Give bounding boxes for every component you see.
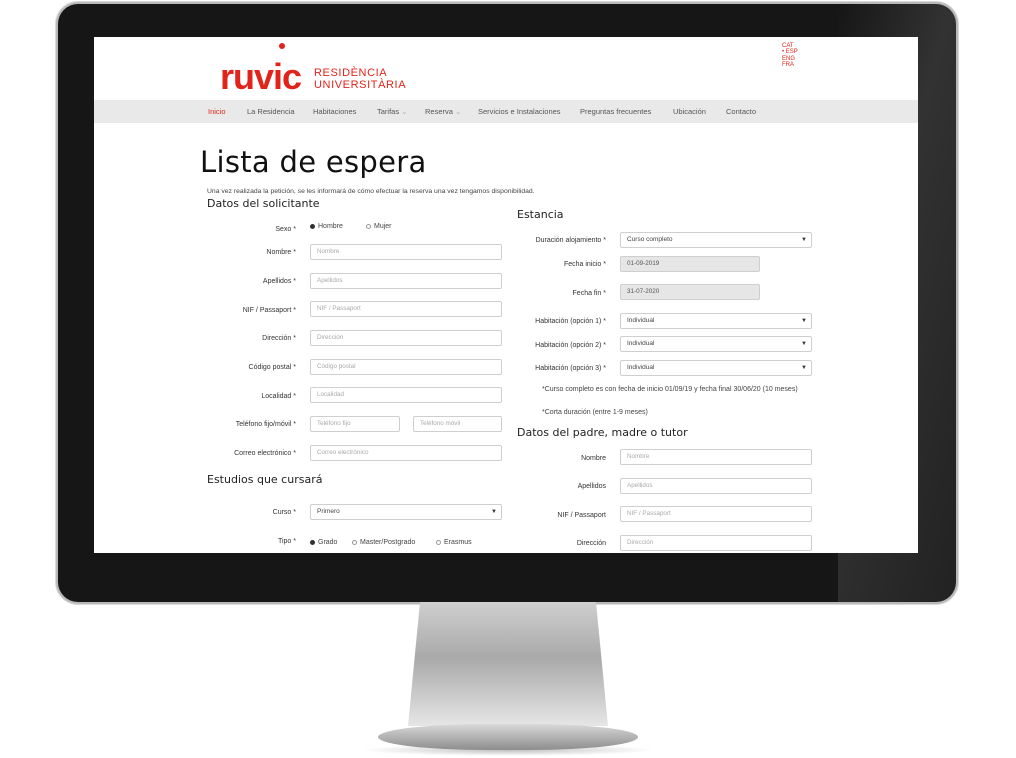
tutor-nombre-label: Nombre [581, 455, 606, 462]
nif-label: NIF / Passaport * [242, 307, 296, 314]
habitacion-1-label: Habitación (opción 1) * [535, 318, 606, 325]
direccion-label: Dirección * [262, 335, 296, 342]
tutor-nif-label: NIF / Passaport [557, 512, 606, 519]
habitacion-3-label: Habitación (opción 3) * [535, 365, 606, 372]
radio-empty-icon [366, 223, 371, 229]
tutor-apellidos-input[interactable]: Apellidos [620, 478, 812, 494]
radio-master-label: Master/Postgrado [360, 539, 416, 546]
nav-servicios[interactable]: Servicios e Instalaciones [478, 100, 561, 123]
telefono-movil-input[interactable]: Teléfono móvil [413, 416, 502, 432]
lang-esp[interactable]: • ESP [782, 49, 798, 55]
tutor-direccion-label: Dirección [576, 540, 606, 547]
nombre-input[interactable]: Nombre [310, 244, 502, 260]
chevron-down-icon: ▼ [801, 318, 807, 324]
nav-preguntas[interactable]: Preguntas frecuentes [580, 100, 651, 123]
intro-text: Una vez realizada la petición, se les in… [207, 188, 535, 195]
habitacion-2-value: Individual [627, 340, 655, 347]
chevron-down-icon: ▼ [801, 365, 807, 371]
telefono-fijo-input[interactable]: Teléfono fijo [310, 416, 400, 432]
chevron-down-icon: ▼ [801, 341, 807, 347]
curso-value: Primero [317, 508, 340, 515]
codigo-postal-input[interactable]: Código postal [310, 359, 502, 375]
radio-empty-icon [352, 539, 357, 545]
habitacion-2-label: Habitación (opción 2) * [535, 342, 606, 349]
chevron-down-icon: ▼ [491, 509, 497, 515]
correo-label: Correo electrónico * [234, 450, 296, 457]
chevron-down-icon: ⌄ [401, 107, 408, 116]
nav-inicio[interactable]: Inicio [208, 100, 226, 123]
nav-tarifas-label: Tarifas [377, 107, 400, 116]
radio-hombre-label: Hombre [318, 223, 343, 230]
radio-erasmus-label: Erasmus [444, 539, 472, 546]
corta-duracion-note: *Corta duración (entre 1-9 meses) [542, 409, 648, 416]
logo-subtitle-line2: UNIVERSITÀRIA [314, 79, 407, 91]
logo[interactable]: ruvic [220, 59, 302, 95]
logo-subtitle: RESIDÈNCIA UNIVERSITÀRIA [314, 67, 406, 91]
correo-input[interactable]: Correo electrónico [310, 445, 502, 461]
duracion-label: Duración alojamiento * [535, 237, 606, 244]
radio-grado-label: Grado [318, 539, 338, 546]
radio-mujer-label: Mujer [374, 223, 392, 230]
duracion-note: *Curso completo es con fecha de inicio 0… [542, 386, 798, 393]
nav-ubicacion[interactable]: Ubicación [673, 100, 706, 123]
section-estudios: Estudios que cursará [207, 473, 323, 486]
apellidos-input[interactable]: Apellidos [310, 273, 502, 289]
lang-fra[interactable]: FRA [782, 62, 798, 68]
nif-input[interactable]: NIF / Passaport [310, 301, 502, 317]
nav-la-residencia[interactable]: La Residencia [247, 100, 295, 123]
chevron-down-icon: ▼ [801, 237, 807, 243]
nav-reserva[interactable]: Reserva ⌄ [425, 100, 461, 123]
tutor-apellidos-label: Apellidos [577, 483, 606, 490]
chevron-down-icon: ⌄ [455, 107, 462, 116]
curso-label: Curso * [272, 509, 296, 516]
logo-dot-icon [279, 43, 285, 49]
main-nav: Inicio La Residencia Habitaciones Tarifa… [94, 100, 918, 123]
radio-hombre[interactable]: Hombre [310, 223, 343, 230]
habitacion-1-select[interactable]: Individual ▼ [620, 313, 812, 329]
tutor-direccion-input[interactable]: Dirección [620, 535, 812, 551]
radio-mujer[interactable]: Mujer [366, 223, 392, 230]
logo-subtitle-line1: RESIDÈNCIA [314, 67, 388, 79]
section-estancia: Estancia [517, 208, 564, 221]
nav-contacto[interactable]: Contacto [726, 100, 756, 123]
fecha-fin-label: Fecha fin * [572, 290, 606, 297]
direccion-input[interactable]: Dirección [310, 330, 502, 346]
localidad-label: Localidad * [261, 393, 296, 400]
habitacion-2-select[interactable]: Individual ▼ [620, 336, 812, 352]
nav-reserva-label: Reserva [425, 107, 453, 116]
fecha-inicio-input[interactable]: 01-09-2019 [620, 256, 760, 272]
fecha-inicio-label: Fecha inicio * [563, 261, 606, 268]
curso-select[interactable]: Primero ▼ [310, 504, 502, 520]
tutor-nombre-input[interactable]: Nombre [620, 449, 812, 465]
language-selector: CAT • ESP ENG FRA [782, 43, 798, 69]
radio-selected-icon [310, 539, 315, 545]
duracion-value: Curso completo [627, 236, 673, 243]
tipo-label: Tipo * [277, 538, 296, 545]
radio-master[interactable]: Master/Postgrado [352, 539, 415, 546]
nombre-label: Nombre * [266, 249, 296, 256]
radio-empty-icon [436, 539, 441, 545]
sexo-label: Sexo * [275, 226, 296, 233]
apellidos-label: Apellidos * [262, 278, 296, 285]
duracion-select[interactable]: Curso completo ▼ [620, 232, 812, 248]
fecha-fin-input[interactable]: 31-07-2020 [620, 284, 760, 300]
section-tutor: Datos del padre, madre o tutor [517, 426, 688, 439]
habitacion-3-select[interactable]: Individual ▼ [620, 360, 812, 376]
page-title: Lista de espera [200, 145, 427, 179]
radio-grado[interactable]: Grado [310, 539, 337, 546]
monitor-stand [408, 602, 608, 726]
habitacion-1-value: Individual [627, 317, 655, 324]
codigo-postal-label: Código postal * [248, 364, 296, 371]
radio-erasmus[interactable]: Erasmus [436, 539, 472, 546]
monitor-base [378, 724, 638, 750]
telefono-label: Teléfono fijo/móvil * [235, 421, 296, 428]
section-solicitante: Datos del solicitante [207, 197, 320, 210]
radio-selected-icon [310, 223, 315, 229]
nav-tarifas[interactable]: Tarifas ⌄ [377, 100, 407, 123]
nav-habitaciones[interactable]: Habitaciones [313, 100, 356, 123]
habitacion-3-value: Individual [627, 364, 655, 371]
tutor-nif-input[interactable]: NIF / Passaport [620, 506, 812, 522]
localidad-input[interactable]: Localidad [310, 387, 502, 403]
browser-screen: ruvic RESIDÈNCIA UNIVERSITÀRIA CAT • ESP… [94, 37, 918, 553]
